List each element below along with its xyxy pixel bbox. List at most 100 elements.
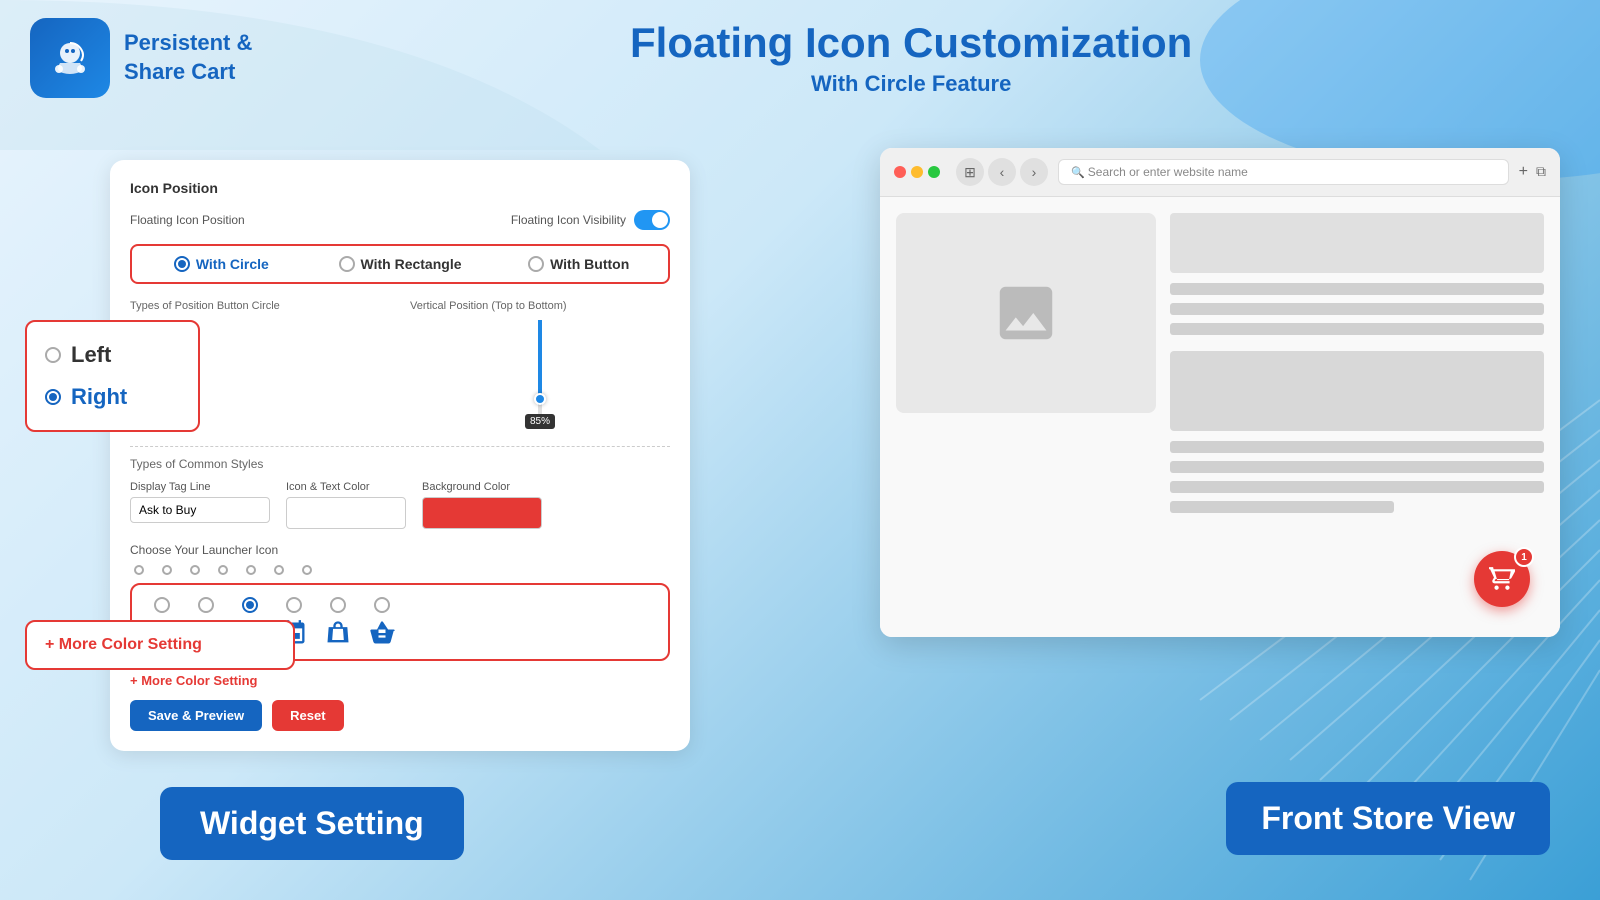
mini-radio-6[interactable] xyxy=(274,565,284,575)
browser-preview: ⊞ ‹ › 🔍 Search or enter website name + ⧉ xyxy=(880,148,1560,637)
position-type-label: Types of Position Button Circle xyxy=(130,300,390,312)
visibility-toggle[interactable] xyxy=(634,210,670,230)
icon-radio-1[interactable] xyxy=(154,597,170,613)
browser-actions: + ⧉ xyxy=(1519,163,1546,181)
browser-nav: ⊞ ‹ › xyxy=(956,158,1048,186)
shape-button[interactable]: With Button xyxy=(489,246,668,282)
product-section xyxy=(896,213,1156,621)
nav-grid-btn[interactable]: ⊞ xyxy=(956,158,984,186)
basket-icon xyxy=(368,619,396,647)
mini-radio-2[interactable] xyxy=(162,565,172,575)
launcher-icon-6[interactable] xyxy=(368,597,396,647)
left-radio[interactable] xyxy=(45,347,61,363)
icon-radio-5[interactable] xyxy=(330,597,346,613)
rectangle-label: With Rectangle xyxy=(361,256,462,272)
dot-green[interactable] xyxy=(928,166,940,178)
mini-radio-4[interactable] xyxy=(218,565,228,575)
shape-circle[interactable]: With Circle xyxy=(132,246,311,282)
address-bar[interactable]: 🔍 Search or enter website name xyxy=(1058,159,1509,185)
display-tag-label: Display Tag Line xyxy=(130,481,270,493)
page-title: Floating Icon Customization xyxy=(252,19,1570,67)
browser-add-tab[interactable]: + xyxy=(1519,163,1528,181)
browser-more[interactable]: ⧉ xyxy=(1536,163,1546,181)
bg-color-field: Background Color xyxy=(422,481,542,529)
left-label: Left xyxy=(71,342,111,368)
content-line-7 xyxy=(1170,501,1394,513)
icon-radio-3[interactable] xyxy=(242,597,258,613)
launcher-label: Choose Your Launcher Icon xyxy=(130,543,670,557)
floating-position-label: Floating Icon Position xyxy=(130,213,245,227)
launcher-icon-5[interactable] xyxy=(324,597,352,647)
shape-rectangle[interactable]: With Rectangle xyxy=(311,246,490,282)
style-row: Display Tag Line Icon & Text Color Backg… xyxy=(130,481,670,529)
product-image xyxy=(896,213,1156,413)
content-line-5 xyxy=(1170,461,1544,473)
icon-text-color-label: Icon & Text Color xyxy=(286,481,406,493)
content-block-2 xyxy=(1170,351,1544,431)
rectangle-radio[interactable] xyxy=(339,256,355,272)
front-store-label: Front Store View xyxy=(1226,782,1550,855)
visibility-label: Floating Icon Visibility xyxy=(511,213,626,227)
more-color-btn[interactable]: + More Color Setting xyxy=(130,673,670,688)
more-color-text: + More Color Setting xyxy=(45,636,202,653)
browser-content: 1 xyxy=(880,197,1560,637)
brand-name: Persistent & Share Cart xyxy=(124,29,252,86)
slider-tooltip: 85% xyxy=(525,414,555,429)
icon-text-color-swatch[interactable] xyxy=(286,497,406,529)
bg-color-label: Background Color xyxy=(422,481,542,493)
common-styles-label: Types of Common Styles xyxy=(130,446,670,471)
mini-radio-3[interactable] xyxy=(190,565,200,575)
right-radio[interactable] xyxy=(45,389,61,405)
button-label: With Button xyxy=(550,256,629,272)
save-preview-button[interactable]: Save & Preview xyxy=(130,700,262,731)
nav-back-btn[interactable]: ‹ xyxy=(988,158,1016,186)
bg-color-swatch[interactable] xyxy=(422,497,542,529)
content-block-1 xyxy=(1170,213,1544,273)
widget-setting-label: Widget Setting xyxy=(160,787,464,860)
display-tag-input[interactable] xyxy=(130,497,270,523)
logo-box xyxy=(30,18,110,98)
display-tag-field: Display Tag Line xyxy=(130,481,270,523)
icon-radio-4[interactable] xyxy=(286,597,302,613)
icon-radio-2[interactable] xyxy=(198,597,214,613)
content-line-3 xyxy=(1170,323,1544,335)
left-right-box: Left Right xyxy=(25,320,200,432)
reset-button[interactable]: Reset xyxy=(272,700,343,731)
circle-label: With Circle xyxy=(196,256,269,272)
browser-dots xyxy=(894,166,940,178)
visibility-row: Floating Icon Visibility xyxy=(511,210,670,230)
bag-icon xyxy=(324,619,352,647)
action-buttons: Save & Preview Reset xyxy=(130,700,670,731)
left-option[interactable]: Left xyxy=(45,336,180,374)
cart-badge: 1 xyxy=(1514,547,1534,567)
content-line-2 xyxy=(1170,303,1544,315)
dot-red[interactable] xyxy=(894,166,906,178)
address-placeholder: Search or enter website name xyxy=(1088,165,1248,179)
content-line-4 xyxy=(1170,441,1544,453)
floating-cart-button[interactable]: 1 xyxy=(1474,551,1530,607)
button-radio[interactable] xyxy=(528,256,544,272)
icon-radio-6[interactable] xyxy=(374,597,390,613)
circle-radio[interactable] xyxy=(174,256,190,272)
page-subtitle: With Circle Feature xyxy=(252,71,1570,97)
mini-radio-1[interactable] xyxy=(134,565,144,575)
mini-radio-7[interactable] xyxy=(302,565,312,575)
more-color-setting-box[interactable]: + More Color Setting xyxy=(25,620,295,670)
shape-selector: With Circle With Rectangle With Button xyxy=(130,244,670,284)
header: Persistent & Share Cart Floating Icon Cu… xyxy=(0,0,1600,116)
browser-toolbar: ⊞ ‹ › 🔍 Search or enter website name + ⧉ xyxy=(880,148,1560,197)
header-title: Floating Icon Customization With Circle … xyxy=(252,19,1570,97)
image-placeholder-icon xyxy=(991,278,1061,348)
icon-text-color-field: Icon & Text Color xyxy=(286,481,406,529)
settings-card-title: Icon Position xyxy=(130,180,670,196)
right-label: Right xyxy=(71,384,127,410)
floating-cart-icon xyxy=(1489,566,1515,592)
nav-forward-btn[interactable]: › xyxy=(1020,158,1048,186)
dot-yellow[interactable] xyxy=(911,166,923,178)
vertical-position-label: Vertical Position (Top to Bottom) xyxy=(410,300,670,312)
right-option[interactable]: Right xyxy=(45,378,180,416)
mini-radio-5[interactable] xyxy=(246,565,256,575)
content-line-1 xyxy=(1170,283,1544,295)
content-line-6 xyxy=(1170,481,1544,493)
position-row: Floating Icon Position Floating Icon Vis… xyxy=(130,210,670,230)
